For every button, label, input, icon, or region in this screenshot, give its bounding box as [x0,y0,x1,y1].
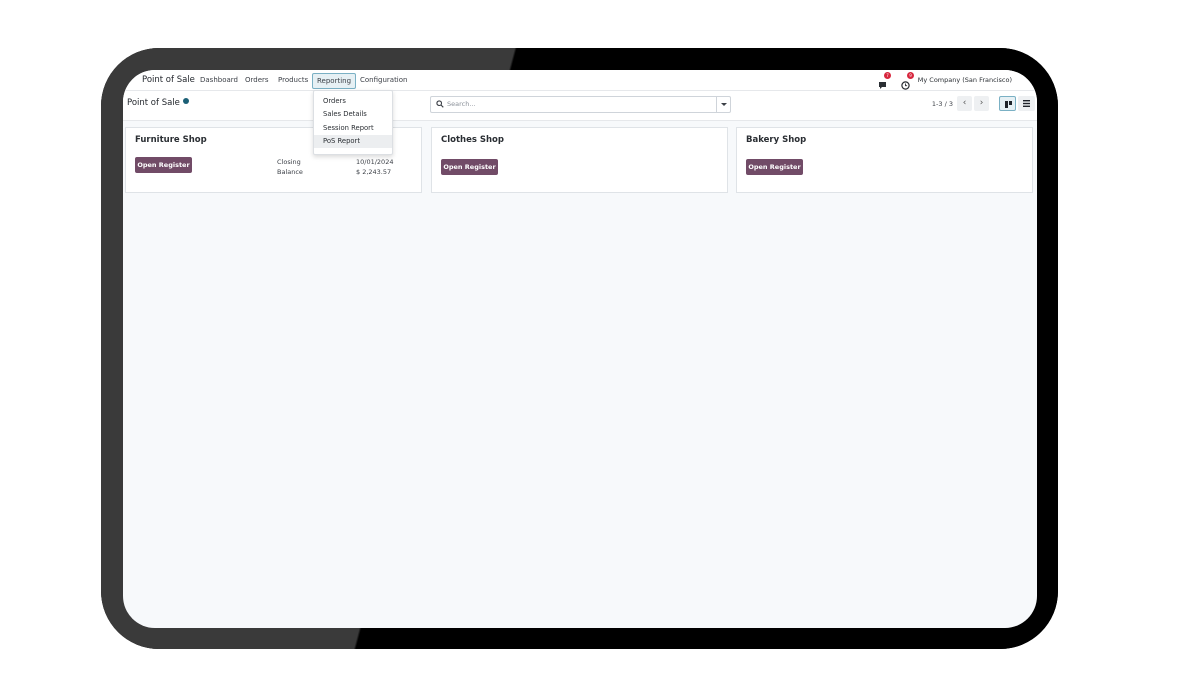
company-switcher[interactable]: My Company (San Francisco) [918,73,1012,87]
pager-previous-button[interactable]: ‹ [957,96,972,111]
messages-icon[interactable]: 7 [878,72,891,89]
dropdown-item-pos-report[interactable]: PoS Report [314,135,392,148]
search-bar[interactable]: Search... [430,96,731,113]
open-register-button[interactable]: Open Register [441,159,498,175]
dropdown-item-session-report[interactable]: Session Report [314,122,392,135]
clock-icon [901,81,910,90]
search-options-dropdown[interactable] [716,97,730,112]
menu-products[interactable]: Products [274,73,312,87]
pager-next-button[interactable]: › [974,96,989,111]
messages-badge: 7 [884,72,891,79]
open-register-button[interactable]: Open Register [135,157,192,173]
top-navbar: Point of Sale Dashboard Orders Products … [123,70,1037,91]
search-icon [436,100,444,108]
chat-bubble-icon [879,82,886,89]
app-screen: Point of Sale Dashboard Orders Products … [123,70,1037,628]
app-name[interactable]: Point of Sale [138,73,199,87]
card-title: Furniture Shop [135,135,207,145]
kanban-icon [1005,101,1012,108]
card-title: Bakery Shop [746,135,807,145]
menu-configuration[interactable]: Configuration [356,73,411,87]
search-input[interactable]: Search... [447,99,476,110]
breadcrumb-title: Point of Sale [127,98,180,108]
pos-card-clothes: Clothes Shop Open Register [431,127,728,193]
gear-icon[interactable] [182,98,189,104]
list-icon [1023,100,1030,107]
activities-icon[interactable]: 9 [901,72,914,90]
pos-card-bakery: Bakery Shop Open Register [736,127,1033,193]
closing-value: 10/01/2024 [356,158,394,166]
balance-label: Balance [277,168,303,176]
activities-badge: 9 [907,72,914,79]
menu-reporting[interactable]: Reporting [312,73,357,89]
dropdown-item-orders[interactable]: Orders [314,95,392,108]
pager-value[interactable]: 1-3 / 3 [932,100,953,108]
closing-label: Closing [277,158,301,166]
menu-orders[interactable]: Orders [241,73,273,87]
open-register-button[interactable]: Open Register [746,159,803,175]
breadcrumb: Point of Sale [127,98,189,108]
card-title: Clothes Shop [441,135,504,145]
control-panel: Point of Sale Search... 1-3 / 3 ‹ › [123,91,1037,121]
reporting-dropdown-menu: Orders Sales Details Session Report PoS … [313,90,393,155]
balance-value: $ 2,243.57 [356,168,392,176]
list-view-button[interactable] [1018,96,1035,111]
kanban-view-button[interactable] [999,96,1016,111]
dropdown-item-sales-details[interactable]: Sales Details [314,108,392,121]
menu-dashboard[interactable]: Dashboard [196,73,242,87]
